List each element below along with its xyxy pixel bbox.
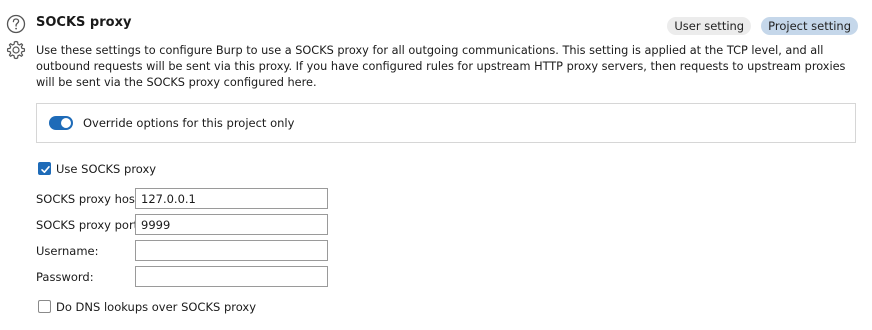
override-label: Override options for this project only (83, 116, 295, 130)
dns-over-socks-label: Do DNS lookups over SOCKS proxy (56, 300, 257, 314)
setting-scope-selector: User setting Project setting (667, 17, 858, 35)
username-label: Username: (36, 244, 99, 258)
section-description: Use these settings to configure Burp to … (36, 44, 846, 89)
socks-host-label: SOCKS proxy host: (36, 192, 144, 206)
password-label: Password: (36, 270, 94, 284)
dns-over-socks-checkbox[interactable] (38, 300, 51, 313)
gear-icon[interactable] (6, 40, 26, 60)
password-input[interactable] (135, 266, 328, 287)
override-toggle[interactable] (49, 116, 73, 130)
socks-host-input[interactable] (135, 188, 328, 209)
socks-port-label: SOCKS proxy port: (36, 218, 143, 232)
override-panel: Override options for this project only (36, 103, 856, 143)
project-setting-button[interactable]: Project setting (761, 17, 858, 35)
use-socks-proxy-label: Use SOCKS proxy (56, 162, 157, 176)
user-setting-button[interactable]: User setting (667, 17, 752, 35)
help-icon[interactable] (6, 14, 26, 34)
username-input[interactable] (135, 240, 328, 261)
use-socks-proxy-checkbox[interactable] (38, 162, 51, 175)
page-title: SOCKS proxy (36, 15, 132, 30)
socks-port-input[interactable] (135, 214, 328, 235)
